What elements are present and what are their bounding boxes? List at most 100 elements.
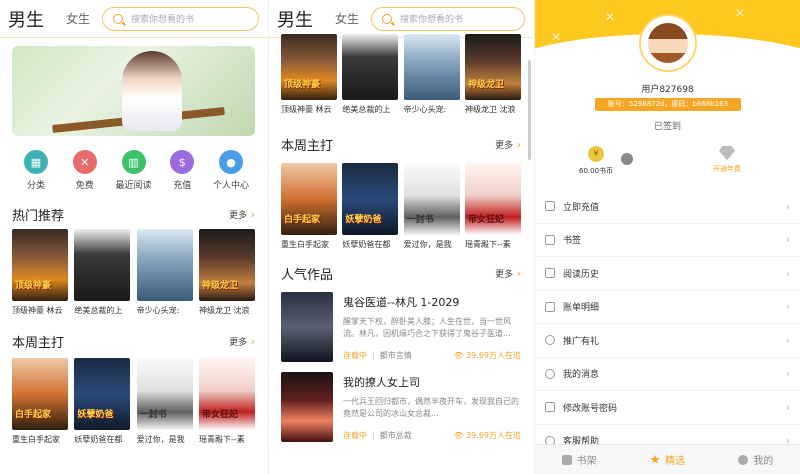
book-card[interactable]: 顶级神豪 顶级神豪 林云 xyxy=(12,229,68,316)
menu-item-recharge[interactable]: 立即充值 › xyxy=(535,190,800,224)
book-cover xyxy=(136,229,193,301)
search-placeholder: 搜索你想看的书 xyxy=(131,15,195,25)
cover-title: 白手起家 xyxy=(15,410,52,420)
coins-balance[interactable]: ¥ 60.00书币 xyxy=(579,146,613,176)
chevron-right-icon: › xyxy=(785,233,790,247)
menu-item-bills[interactable]: 账单明细 › xyxy=(535,291,800,324)
book-name: 重生白手起家 xyxy=(281,240,329,249)
book-card[interactable]: 绝美总裁的上 xyxy=(342,34,399,115)
chevron-right-icon: › xyxy=(785,266,790,280)
menu-item-history[interactable]: 阅读历史 › xyxy=(535,257,800,291)
book-card[interactable]: 帝少心头宠: xyxy=(403,34,460,115)
tab-female[interactable]: 女生 xyxy=(335,10,359,27)
category-icon: ▦ xyxy=(24,150,48,174)
book-name: 神级龙卫 沈浪 xyxy=(464,105,516,114)
signed-status[interactable]: 已签到 xyxy=(535,119,800,132)
bill-icon xyxy=(545,301,555,312)
banner-figure xyxy=(122,51,182,131)
reader-count-text: 39.69万人在追 xyxy=(466,351,521,360)
search-input[interactable]: 搜索你想看的书 xyxy=(102,6,259,31)
avatar-shirt xyxy=(648,53,688,63)
cover-title: 神级龙卫 xyxy=(467,80,504,90)
nav-free[interactable]: ✕ 免费 xyxy=(61,150,109,191)
more-link[interactable]: 更多 xyxy=(229,208,255,221)
book-card[interactable]: 妖孽奶爸 妖孽奶爸在都 xyxy=(74,358,131,445)
banner[interactable] xyxy=(12,46,255,136)
book-desc: 一代兵王回归都市，偶然半夜开车，发现我自己的竟然是公司的冰山女总裁... xyxy=(343,397,519,418)
book-card[interactable]: 神级龙卫神级龙卫 沈浪 xyxy=(464,34,521,115)
book-cover: 帝女狂妃 xyxy=(464,163,521,235)
menu-item-password[interactable]: 修改账号密码 › xyxy=(535,391,800,425)
popular-header: 人气作品 更多 xyxy=(269,262,533,284)
tab-male[interactable]: 男生 xyxy=(277,6,313,32)
hot-books: 顶级神豪 顶级神豪 林云 绝美总裁的上 帝少心头宠: 神级龙卫 神级龙卫 沈浪 xyxy=(0,229,267,316)
tab-female[interactable]: 女生 xyxy=(66,10,90,27)
weekly-books: 白手起家重生白手起家 妖孽奶爸 妖孽奶爸在都 一封书 爱过你，是我 帝女狂妃瑶青殿下… xyxy=(269,163,533,250)
nav-recent[interactable]: ▥ 最近阅读 xyxy=(110,150,158,191)
book-info: 我的撩人女上司 一代兵王回归都市，偶然半夜开车，发现我自己的竟然是公司的冰山女总… xyxy=(343,372,521,442)
tab-featured[interactable]: 精选 xyxy=(623,445,711,474)
book-card[interactable]: 白手起家 重生白手起家 xyxy=(12,358,68,445)
decor-x-icon: ✕ xyxy=(551,30,562,44)
quick-nav: ▦ 分类 ✕ 免费 ▥ 最近阅读 $ 充值 ● 个人中心 xyxy=(0,136,267,191)
decor-x-icon: ✕ xyxy=(605,10,616,24)
status-badge: 连载中 xyxy=(343,351,367,360)
more-link[interactable]: 更多 xyxy=(229,335,255,348)
cover-title: 帝女狂妃 xyxy=(467,215,504,225)
list-item[interactable]: 鬼谷医道--林凡 1-2029 醒掌天下权，醉卧美人膝；人生在世，当一世风流。林… xyxy=(269,292,533,362)
book-cover: 一封书 xyxy=(403,163,460,235)
vip-label: 开通年费 xyxy=(713,165,741,173)
nav-category[interactable]: ▦ 分类 xyxy=(12,150,60,191)
menu-item-messages[interactable]: 我的消息 › xyxy=(535,358,800,391)
cover-title: 帝女狂妃 xyxy=(201,410,238,420)
weekly-books: 白手起家 重生白手起家 妖孽奶爸 妖孽奶爸在都 一封书 爱过你，是我 帝女狂妃瑶青殿下… xyxy=(0,358,267,445)
nav-user-center[interactable]: ● 个人中心 xyxy=(207,150,255,191)
nav-recharge[interactable]: $ 充值 xyxy=(158,150,206,191)
book-info: 鬼谷医道--林凡 1-2029 醒掌天下权，醉卧美人膝；人生在世，当一世风流。林… xyxy=(343,292,521,362)
book-cover: 神级龙卫 xyxy=(464,34,521,100)
book-card[interactable]: 帝少心头宠: xyxy=(136,229,193,316)
bookmark-icon xyxy=(545,234,555,245)
more-link[interactable]: 更多 xyxy=(495,267,521,280)
book-card[interactable]: 绝美总裁的上 xyxy=(74,229,131,316)
book-name: 爱过你，是我 xyxy=(136,435,185,444)
recharge-icon: $ xyxy=(170,150,195,174)
book-card[interactable]: 帝女狂妃瑶青殿下--素 xyxy=(198,358,255,445)
vip-button[interactable]: 开通年费 xyxy=(713,146,741,174)
menu-label: 书签 xyxy=(563,236,582,247)
category-label: 都市总裁 xyxy=(379,431,412,440)
book-cover xyxy=(281,292,333,362)
menu-label: 账单明细 xyxy=(563,303,600,314)
book-cover xyxy=(281,372,333,442)
nav-label: 免费 xyxy=(75,181,94,191)
menu-item-referral[interactable]: 推广有礼 › xyxy=(535,324,800,358)
book-name: 妖孽奶爸在都 xyxy=(342,240,391,249)
book-title: 鬼谷医道--林凡 1-2029 xyxy=(343,296,460,309)
list-item[interactable]: 我的撩人女上司 一代兵王回归都市，偶然半夜开车，发现我自己的竟然是公司的冰山女总… xyxy=(269,372,533,442)
book-card[interactable]: 神级龙卫 神级龙卫 沈浪 xyxy=(198,229,255,316)
coin-icon: ¥ xyxy=(588,146,605,162)
book-card[interactable]: 一封书 爱过你，是我 xyxy=(403,163,460,250)
cover-title: 顶级神豪 xyxy=(284,80,321,90)
book-cover: 白手起家 xyxy=(12,358,68,430)
tab-label: 书架 xyxy=(576,456,597,467)
more-link[interactable]: 更多 xyxy=(495,138,521,151)
tab-bookshelf[interactable]: 书架 xyxy=(535,445,623,474)
book-card[interactable]: 一封书 爱过你，是我 xyxy=(136,358,193,445)
menu-label: 阅读历史 xyxy=(563,269,600,280)
coins-label: 60.00书币 xyxy=(579,167,614,175)
book-card[interactable]: 帝女狂妃瑶青殿下--素 xyxy=(464,163,521,250)
book-cover: 白手起家 xyxy=(281,163,337,235)
book-card[interactable]: 妖孽奶爸 妖孽奶爸在都 xyxy=(342,163,399,250)
book-card[interactable]: 顶级神豪 顶级神豪 林云 xyxy=(281,34,337,115)
menu-item-bookmark[interactable]: 书签 › xyxy=(535,224,800,257)
avatar[interactable] xyxy=(639,14,697,72)
scrollbar[interactable] xyxy=(528,60,531,160)
search-input[interactable]: 搜索你想看的书 xyxy=(371,6,525,31)
book-card[interactable]: 白手起家重生白手起家 xyxy=(281,163,337,250)
tab-male[interactable]: 男生 xyxy=(8,6,44,32)
book-name: 瑶青殿下--素 xyxy=(464,240,511,249)
book-name: 瑶青殿下--素 xyxy=(198,435,245,444)
tab-label: 精选 xyxy=(664,456,685,467)
tab-mine[interactable]: 我的 xyxy=(712,445,800,474)
